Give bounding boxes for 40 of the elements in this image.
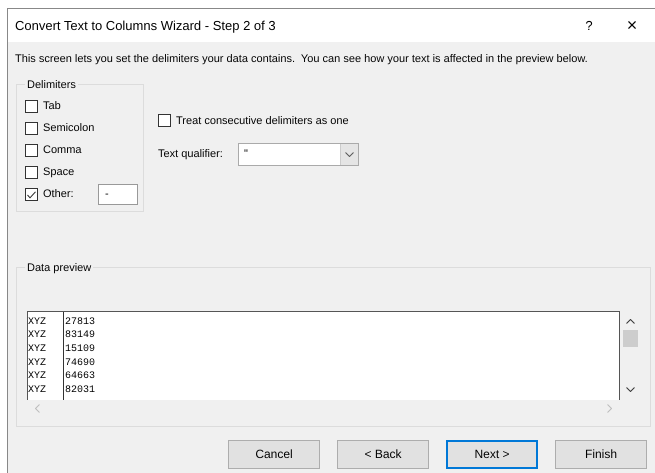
preview-cell: 27813 <box>65 316 96 330</box>
checkbox-label: Semicolon <box>43 121 94 136</box>
preview-cell-text: XYZ <box>28 384 48 398</box>
checkbox[interactable] <box>25 100 38 113</box>
checkbox[interactable] <box>25 122 38 135</box>
preview-cell: 64663 <box>65 370 96 384</box>
scroll-up-icon[interactable] <box>626 318 635 324</box>
preview-cell: 74690 <box>65 356 96 370</box>
checkbox[interactable] <box>25 188 38 201</box>
checkbox-label: Other: <box>43 187 75 202</box>
other-input-field[interactable]: - <box>98 184 138 205</box>
dialog-button[interactable]: Next > <box>446 440 538 468</box>
text-qualifier-dropdown[interactable]: " <box>238 143 359 166</box>
checkbox-label: Space <box>43 165 74 180</box>
chevron-down-icon <box>345 152 354 157</box>
preview-cell-text: XYZ <box>28 329 48 343</box>
preview-cell: 82031 <box>65 384 96 398</box>
checkbox[interactable] <box>25 144 38 157</box>
preview-cell-text: XYZ <box>28 356 48 370</box>
dialog-button[interactable]: < Back <box>337 440 429 468</box>
scroll-down-icon[interactable] <box>626 386 635 392</box>
scroll-thumb[interactable] <box>623 330 638 346</box>
help-button[interactable]: ? <box>569 9 609 42</box>
text-qualifier-label: Text qualifier: <box>158 147 224 162</box>
preview-cell-text: XYZ <box>28 370 48 384</box>
dialog-button[interactable]: Cancel <box>228 440 320 468</box>
preview-cell: 83149 <box>65 329 96 343</box>
close-button[interactable]: × <box>609 9 655 42</box>
window-title: Convert Text to Columns Wizard - Step 2 of 3 <box>15 16 276 35</box>
checkbox-label: Comma <box>43 143 82 158</box>
description-text: This screen lets you set the delimiters your data contains. You can see how your text is affected in the preview below. <box>15 53 588 65</box>
checkbox-label: Treat consecutive delimiters as one <box>176 114 349 128</box>
checkbox[interactable] <box>25 166 38 179</box>
checkbox-label: Tab <box>43 99 61 114</box>
checkbox[interactable] <box>158 114 171 128</box>
preview-cell-text: XYZ <box>28 342 48 357</box>
preview-cell: 15109 <box>65 342 96 357</box>
preview-cell-text: XYZ <box>28 316 48 330</box>
dropdown-button[interactable] <box>340 144 358 165</box>
dialog-button[interactable]: Finish <box>555 440 647 468</box>
